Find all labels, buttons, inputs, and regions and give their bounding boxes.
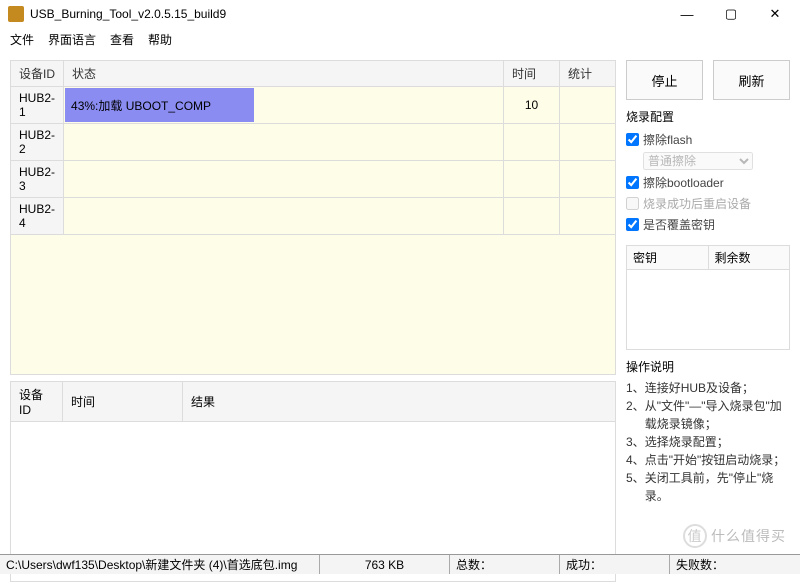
progress-bar: 43%:加载 UBOOT_COMP [65, 88, 254, 122]
device-time-cell [504, 161, 560, 198]
erase-bootloader-label: 擦除bootloader [643, 174, 724, 191]
instruction-step: 2、从"文件"—"导入烧录包"加载烧录镜像； [626, 397, 790, 433]
device-id-cell: HUB2-4 [11, 198, 64, 235]
instructions-group: 操作说明 1、连接好HUB及设备；2、从"文件"—"导入烧录包"加载烧录镜像；3… [626, 358, 790, 505]
erase-mode-select[interactable]: 普通擦除 [643, 152, 753, 170]
title-bar: USB_Burning_Tool_v2.0.5.15_build9 — ▢ ✕ [0, 0, 800, 28]
device-time-cell [504, 198, 560, 235]
instruction-step: 4、点击"开始"按钮启动烧录； [626, 451, 790, 469]
menu-file[interactable]: 文件 [10, 31, 34, 48]
maximize-button[interactable]: ▢ [710, 2, 752, 26]
device-time-cell: 10 [504, 87, 560, 124]
col-devid[interactable]: 设备ID [11, 61, 64, 87]
app-icon [8, 6, 24, 22]
col-status[interactable]: 状态 [64, 61, 504, 87]
log-col-result[interactable]: 结果 [183, 382, 616, 422]
device-id-cell: HUB2-1 [11, 87, 64, 124]
device-table-empty-area [10, 235, 616, 375]
key-col-key[interactable]: 密钥 [627, 246, 709, 270]
device-stat-cell [560, 87, 616, 124]
instruction-step: 1、连接好HUB及设备； [626, 379, 790, 397]
status-bar: C:\Users\dwf135\Desktop\新建文件夹 (4)\首选底包.i… [0, 554, 800, 574]
table-row[interactable]: HUB2-4 [11, 198, 616, 235]
device-status-cell: 43%:加载 UBOOT_COMP [64, 87, 504, 124]
minimize-button[interactable]: — [666, 2, 708, 26]
menu-help[interactable]: 帮助 [148, 31, 172, 48]
erase-flash-label: 擦除flash [643, 131, 692, 148]
status-path: C:\Users\dwf135\Desktop\新建文件夹 (4)\首选底包.i… [0, 555, 320, 574]
device-status-cell [64, 161, 504, 198]
status-total: 总数： [450, 555, 560, 574]
status-size: 763 KB [320, 555, 450, 574]
device-id-cell: HUB2-3 [11, 161, 64, 198]
device-status-cell [64, 198, 504, 235]
instruction-step: 3、选择烧录配置； [626, 433, 790, 451]
instructions-title: 操作说明 [626, 358, 790, 375]
menu-bar: 文件 界面语言 查看 帮助 [0, 28, 800, 50]
key-col-remain[interactable]: 剩余数 [708, 246, 790, 270]
burn-config-group: 烧录配置 擦除flash 普通擦除 擦除bootloader 烧录成功后重启设备 [626, 108, 790, 237]
key-table-group: 密钥 剩余数 [626, 245, 790, 350]
table-row[interactable]: HUB2-143%:加载 UBOOT_COMP 10 [11, 87, 616, 124]
key-table-body [626, 270, 790, 350]
instruction-step: 5、关闭工具前，先"停止"烧录。 [626, 469, 790, 505]
erase-flash-checkbox[interactable] [626, 133, 639, 146]
refresh-button[interactable]: 刷新 [713, 60, 790, 100]
watermark: 值 什么值得买 [683, 524, 786, 548]
overwrite-key-checkbox[interactable] [626, 218, 639, 231]
overwrite-key-label: 是否覆盖密钥 [643, 216, 715, 233]
device-id-cell: HUB2-2 [11, 124, 64, 161]
device-stat-cell [560, 124, 616, 161]
reboot-after-label: 烧录成功后重启设备 [643, 195, 751, 212]
log-col-time[interactable]: 时间 [63, 382, 183, 422]
device-table: 设备ID 状态 时间 统计 HUB2-143%:加载 UBOOT_COMP10H… [10, 60, 616, 235]
close-button[interactable]: ✕ [754, 2, 796, 26]
col-time[interactable]: 时间 [504, 61, 560, 87]
watermark-text: 什么值得买 [711, 526, 786, 546]
watermark-logo-icon: 值 [683, 524, 707, 548]
stop-button[interactable]: 停止 [626, 60, 703, 100]
col-stat[interactable]: 统计 [560, 61, 616, 87]
log-table: 设备ID 时间 结果 [10, 381, 616, 422]
erase-bootloader-checkbox[interactable] [626, 176, 639, 189]
table-row[interactable]: HUB2-3 [11, 161, 616, 198]
status-fail: 失败数： [670, 555, 780, 574]
reboot-after-checkbox [626, 197, 639, 210]
window-title: USB_Burning_Tool_v2.0.5.15_build9 [30, 7, 666, 21]
device-time-cell [504, 124, 560, 161]
device-stat-cell [560, 161, 616, 198]
device-stat-cell [560, 198, 616, 235]
log-col-devid[interactable]: 设备ID [11, 382, 63, 422]
device-status-cell [64, 124, 504, 161]
menu-language[interactable]: 界面语言 [48, 31, 96, 48]
config-title: 烧录配置 [626, 108, 790, 125]
table-row[interactable]: HUB2-2 [11, 124, 616, 161]
status-success: 成功： [560, 555, 670, 574]
menu-view[interactable]: 查看 [110, 31, 134, 48]
